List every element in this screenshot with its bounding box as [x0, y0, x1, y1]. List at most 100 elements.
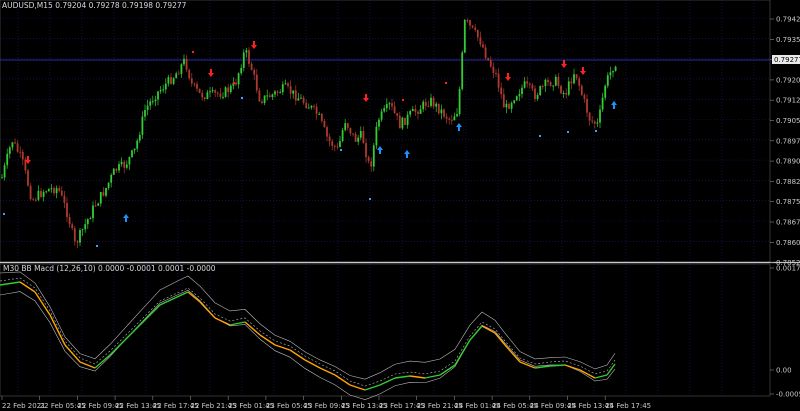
bear-candle	[489, 60, 492, 67]
bear-candle	[333, 145, 336, 147]
bear-candle	[27, 170, 29, 186]
bull-candle	[274, 91, 276, 95]
bull-candle	[463, 19, 466, 53]
bull-candle	[567, 81, 570, 95]
price-tick-label: 0.78600	[776, 239, 800, 247]
bull-candle	[92, 205, 94, 219]
bear-candle	[14, 142, 16, 144]
bull-candle	[310, 105, 313, 108]
bear-candle	[29, 185, 32, 200]
bull-candle	[240, 67, 243, 74]
bull-candle	[120, 161, 123, 165]
bull-candle	[378, 119, 380, 127]
bull-candle	[159, 89, 162, 92]
bull-candle	[606, 75, 609, 86]
indicator-header: M30 BB Macd (12,26,10) 0.0000 -0.0001 0.…	[3, 264, 216, 273]
bull-candle	[297, 98, 300, 101]
bear-candle	[526, 81, 529, 84]
bear-candle	[198, 88, 201, 93]
bear-candle	[326, 127, 328, 137]
signal-markers	[25, 41, 617, 222]
bull-candle	[242, 52, 245, 68]
macd-line-segment	[454, 339, 471, 366]
price-tick-label: 0.78750	[776, 198, 800, 206]
bull-candle	[307, 107, 310, 109]
bear-candle	[302, 97, 305, 103]
trading-chart[interactable]: AUDUSD,M15 0.79204 0.79278 0.79198 0.792…	[0, 0, 800, 411]
bull-candle	[388, 103, 391, 105]
bull-candle	[523, 81, 526, 88]
price-tick-label: 0.79350	[776, 36, 800, 44]
bull-candle	[107, 182, 110, 188]
bull-candle	[281, 84, 284, 93]
sell-stop-dot	[192, 51, 194, 53]
indicator-tick-label: 0.00	[776, 367, 792, 375]
bear-candle	[227, 87, 230, 92]
bear-candle	[219, 93, 222, 97]
bull-candle	[224, 87, 227, 97]
bear-candle	[531, 84, 534, 89]
bear-candle	[235, 82, 237, 85]
bear-candle	[73, 228, 76, 242]
macd-line-segment	[214, 317, 231, 326]
bull-candle	[8, 147, 11, 154]
macd-line-segment	[594, 374, 608, 379]
bull-candle	[411, 108, 414, 112]
bear-candle	[565, 92, 568, 95]
bull-candle	[458, 89, 461, 115]
bear-candle	[102, 192, 105, 196]
bear-candle	[593, 121, 596, 124]
bear-candle	[170, 77, 172, 84]
bb-macd-indicator	[0, 271, 616, 400]
bear-candle	[432, 97, 435, 107]
bear-candle	[547, 79, 549, 83]
bull-candle	[573, 74, 575, 84]
bear-candle	[40, 190, 42, 197]
bear-candle	[315, 106, 318, 114]
sell-arrow-icon	[580, 67, 586, 75]
bear-candle	[16, 143, 19, 152]
bear-candle	[580, 85, 583, 95]
bear-candle	[289, 85, 292, 94]
bear-candle	[196, 83, 198, 89]
bull-candle	[81, 229, 84, 231]
bull-candle	[604, 85, 607, 98]
bear-candle	[557, 76, 560, 86]
bear-candle	[586, 98, 588, 113]
bear-candle	[248, 50, 250, 64]
bear-candle	[471, 25, 474, 28]
bull-candle	[419, 109, 422, 114]
bull-candle	[141, 116, 144, 135]
bull-candle	[222, 96, 224, 98]
bear-candle	[331, 141, 334, 146]
buy-arrow-icon	[456, 123, 462, 131]
current-price-badge: 0.79277	[772, 55, 800, 64]
macd-line-segment	[0, 281, 21, 286]
bull-candle	[461, 52, 464, 90]
current-price-label: 0.79277	[774, 56, 800, 64]
bull-candle	[383, 108, 386, 112]
price-tick-label: 0.79200	[776, 76, 800, 84]
bear-candle	[398, 115, 401, 129]
bear-candle	[21, 151, 24, 160]
bear-candle	[541, 86, 544, 88]
sell-stop-dot	[233, 82, 235, 84]
bull-candle	[131, 150, 133, 157]
bull-candle	[151, 101, 154, 103]
bull-candle	[162, 89, 165, 91]
macd-line-segment	[199, 301, 216, 319]
sell-arrow-icon	[505, 73, 511, 81]
bear-candle	[60, 190, 63, 196]
sell-arrow-icon	[251, 41, 257, 49]
price-tick-label: 0.79050	[776, 117, 800, 125]
price-tick-label: 0.78675	[776, 219, 800, 227]
bull-candle	[55, 188, 58, 194]
bear-candle	[528, 83, 531, 85]
bull-candle	[183, 58, 185, 65]
buy-arrow-icon	[404, 150, 410, 158]
macd-line-segment	[49, 314, 66, 346]
bear-candle	[437, 103, 440, 114]
macd-line-segment	[481, 325, 496, 334]
bear-candle	[497, 73, 500, 88]
bull-candle	[47, 188, 50, 192]
